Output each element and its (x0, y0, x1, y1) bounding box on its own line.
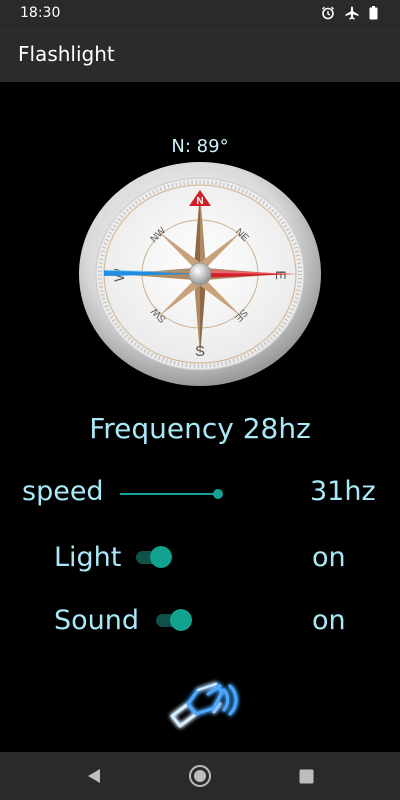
speed-slider[interactable] (120, 482, 228, 506)
sound-toggle-thumb (170, 609, 192, 631)
airplane-icon (345, 6, 359, 20)
flashlight-glow-icon (170, 682, 238, 728)
compass-hub (188, 262, 212, 286)
home-button[interactable] (170, 752, 230, 800)
speed-slider-thumb[interactable] (213, 489, 223, 499)
direction-e: E (273, 270, 289, 279)
compass-heading: N: 89° (171, 136, 229, 157)
light-toggle-thumb (150, 546, 172, 568)
direction-n: N (196, 196, 203, 207)
light-label: Light (54, 542, 122, 573)
app-title: Flashlight (18, 42, 115, 66)
light-toggle[interactable] (134, 545, 172, 569)
sound-toggle[interactable] (154, 608, 192, 632)
flashlight-button[interactable] (158, 668, 244, 734)
speed-slider-track (120, 493, 218, 495)
app-bar: Flashlight (0, 26, 400, 82)
sound-label: Sound (54, 605, 140, 636)
recents-icon (299, 769, 313, 783)
battery-icon (369, 6, 378, 20)
status-icons (321, 6, 378, 20)
sound-state: on (312, 605, 346, 636)
speed-value: 31hz (310, 476, 376, 507)
back-button[interactable] (64, 752, 124, 800)
frequency-label: Frequency 28hz (89, 412, 311, 445)
status-bar: 18:30 (0, 0, 400, 26)
back-icon (88, 769, 100, 783)
alarm-icon (322, 6, 334, 20)
compass: N S W E NE NW SE SW (79, 162, 321, 386)
direction-s: S (195, 343, 205, 360)
status-time: 18:30 (20, 5, 61, 21)
home-icon (189, 765, 211, 787)
speed-label: speed (22, 476, 104, 507)
light-state: on (312, 542, 346, 573)
recents-button[interactable] (276, 752, 336, 800)
navigation-bar (0, 752, 400, 800)
